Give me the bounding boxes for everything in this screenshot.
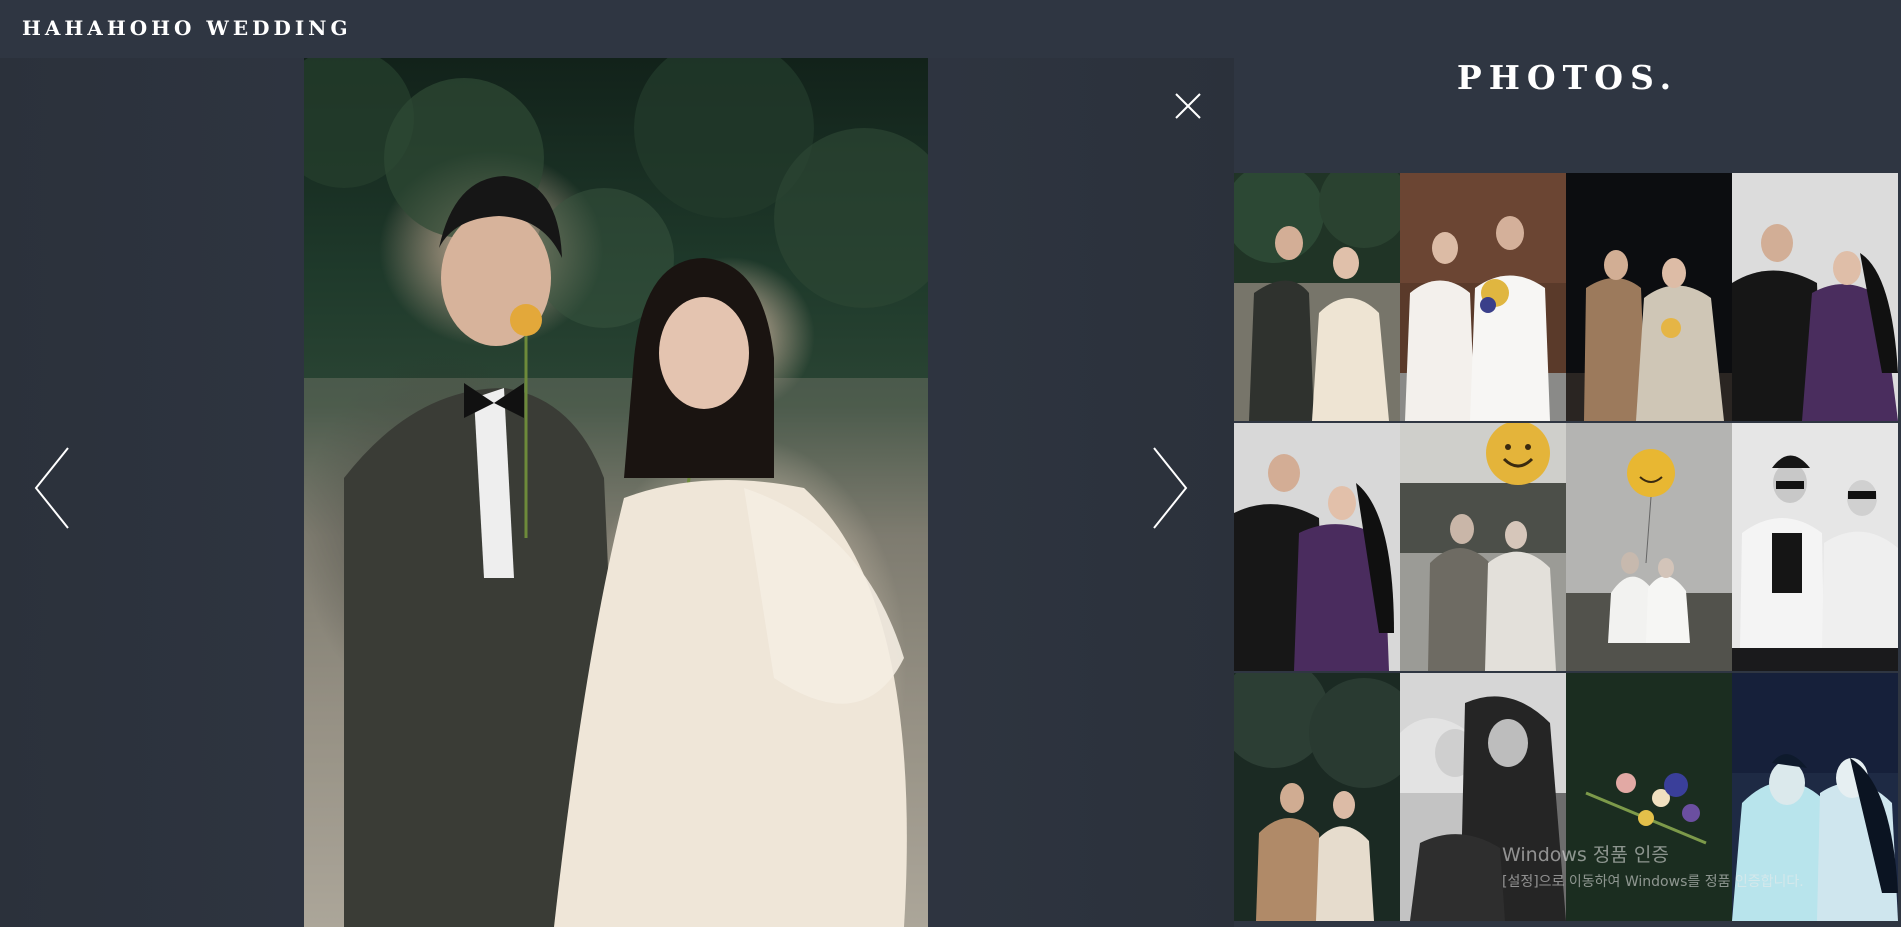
thumbnail[interactable]	[1732, 423, 1898, 671]
next-photo-button[interactable]	[1140, 438, 1200, 538]
close-viewer-button[interactable]	[1170, 88, 1206, 124]
watermark-subtitle: [설정]으로 이동하여 Windows를 정품 인증합니다.	[1502, 874, 1804, 890]
gallery-title: PHOTOS.	[1456, 58, 1679, 97]
watermark-title: Windows 정품 인증	[1502, 844, 1669, 866]
thumbnail[interactable]	[1234, 423, 1400, 671]
main-photo	[304, 58, 928, 927]
photo-viewer	[0, 58, 1234, 927]
thumbnail[interactable]	[1732, 173, 1898, 421]
close-icon	[1175, 93, 1201, 119]
windows-activation-watermark: Windows 정품 인증 [설정]으로 이동하여 Windows를 정품 인증…	[1502, 840, 1804, 891]
chevron-right-icon	[1153, 447, 1188, 529]
thumbnail[interactable]	[1566, 173, 1732, 421]
thumbnail[interactable]	[1400, 423, 1566, 671]
site-logo[interactable]: HAHAHOHO WEDDING	[22, 16, 352, 40]
thumbnail[interactable]	[1234, 673, 1400, 921]
thumbnail[interactable]	[1400, 173, 1566, 421]
gallery-panel: PHOTOS.	[1234, 0, 1901, 927]
thumbnail-grid	[1234, 173, 1901, 927]
thumbnail[interactable]	[1234, 173, 1400, 421]
previous-photo-button[interactable]	[22, 438, 82, 538]
chevron-left-icon	[34, 447, 69, 529]
thumbnail[interactable]	[1566, 423, 1732, 671]
